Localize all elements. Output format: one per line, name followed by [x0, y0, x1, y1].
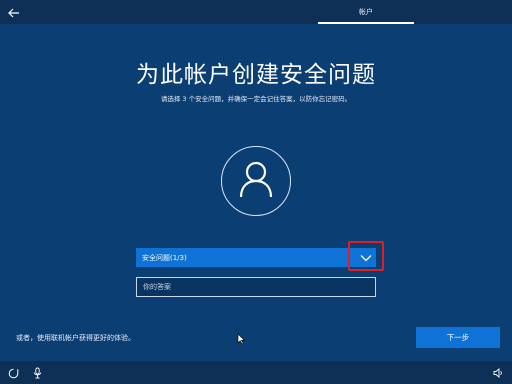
tab-account-label: 帐户 [359, 8, 373, 16]
user-icon [239, 160, 273, 202]
page-subtitle: 请选择 3 个安全问题，并确保一定会记住答案，以防你忘记密码。 [160, 95, 352, 103]
microphone-icon[interactable] [30, 366, 44, 380]
top-bar: 帐户 [0, 0, 512, 24]
dropdown-toggle[interactable] [348, 241, 384, 271]
security-question-select[interactable]: 安全问题(1/3) [136, 248, 376, 267]
arrow-left-icon [8, 3, 20, 22]
back-button[interactable] [4, 2, 24, 22]
taskbar [0, 361, 512, 384]
mouse-cursor-icon [237, 330, 246, 349]
chevron-down-icon [360, 247, 372, 266]
tab-account: 帐户 [318, 0, 414, 24]
volume-icon[interactable] [491, 366, 505, 380]
answer-input[interactable] [136, 277, 376, 297]
online-account-link[interactable]: 或者，使用联机帐户获得更好的体验。 [16, 333, 135, 343]
page-title: 为此帐户创建安全问题 [136, 62, 376, 88]
avatar [221, 146, 291, 216]
ease-of-access-icon[interactable] [6, 366, 20, 380]
security-question-selected: 安全问题(1/3) [142, 253, 187, 262]
next-button[interactable]: 下一步 [416, 327, 500, 348]
